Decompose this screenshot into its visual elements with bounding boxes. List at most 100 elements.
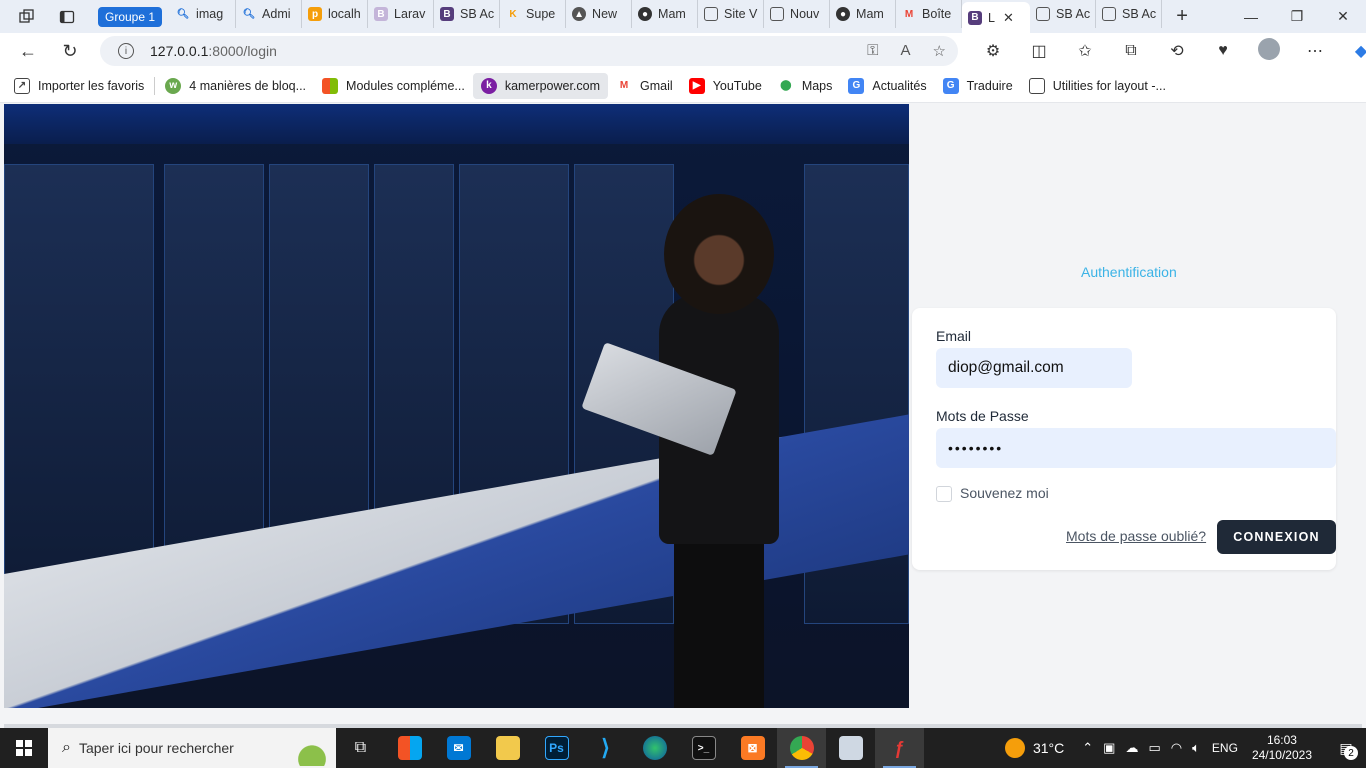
vpn-heart-icon[interactable]: ♥ — [1200, 42, 1246, 60]
tab-actions-icon[interactable] — [56, 6, 78, 28]
chevron-up-icon[interactable]: ⌃ — [1082, 740, 1093, 756]
taskbar-app-explorer[interactable] — [483, 728, 532, 768]
auth-title: Authentification — [1081, 264, 1177, 280]
workspaces-icon[interactable] — [16, 6, 38, 28]
taskbar-app-terminal[interactable]: >_ — [679, 728, 728, 768]
taskbar-app-xampp[interactable]: ⊠ — [728, 728, 777, 768]
reload-icon[interactable]: ↻ — [54, 35, 86, 67]
k-icon: K — [509, 8, 517, 20]
site-info-icon[interactable]: i — [118, 43, 134, 59]
history-icon[interactable]: ⟲ — [1154, 41, 1200, 61]
mail-icon: ✉ — [446, 736, 471, 760]
browser-tab[interactable]: ● Mam — [830, 0, 897, 28]
more-menu-icon[interactable]: ⋯ — [1292, 41, 1338, 61]
browser-tab[interactable]: K Supe — [500, 0, 567, 28]
browser-tab[interactable]: Site V — [698, 0, 765, 28]
address-url[interactable]: 127.0.0.1:8000/login — [150, 43, 277, 59]
datacenter-photo — [4, 104, 909, 708]
browser-tab[interactable]: B SB Ac — [434, 0, 501, 28]
clock[interactable]: 16:03 24/10/2023 — [1252, 733, 1312, 763]
restore-icon[interactable]: ❐ — [1274, 0, 1320, 33]
gmail-icon: M — [619, 80, 629, 91]
copilot-icon[interactable]: ◆ — [1338, 41, 1366, 61]
search-icon: 🔍︎ — [242, 8, 256, 20]
gmail-icon: M — [904, 8, 914, 20]
taskbar-app-chrome[interactable] — [777, 728, 826, 768]
news-icon: G — [848, 77, 865, 94]
browser-tab[interactable]: SB Ac — [1030, 0, 1097, 28]
browser-tab[interactable]: M Boîte — [896, 0, 963, 28]
start-button[interactable] — [0, 728, 48, 768]
browser-tab[interactable]: 🔍︎ imag — [170, 0, 237, 28]
email-label: Email — [936, 328, 972, 344]
taskbar-app-window[interactable] — [826, 728, 875, 768]
new-tab-button[interactable]: + — [1168, 5, 1196, 28]
weather-widget[interactable]: 31°C — [1004, 738, 1064, 758]
taskbar-app-flash[interactable]: ƒ — [875, 728, 924, 768]
tab-group-chip[interactable]: Groupe 1 — [98, 6, 163, 27]
battery-icon[interactable]: ▭ — [1148, 740, 1160, 756]
cloud-icon[interactable]: ☁ — [1125, 740, 1138, 756]
edge-icon — [642, 736, 667, 760]
volume-icon[interactable]: 🔈︎ — [1192, 740, 1200, 756]
browser-tab[interactable]: Nouv — [764, 0, 831, 28]
favorite-item[interactable]: k kamerpower.com — [472, 72, 609, 99]
bootstrap-icon: B — [374, 7, 389, 21]
browser-tab[interactable]: p localh — [302, 0, 369, 28]
favorite-item[interactable]: Utilities for layout -... — [1021, 73, 1174, 99]
store-icon — [397, 736, 422, 760]
vscode-icon: ⟩ — [601, 735, 610, 760]
close-window-icon[interactable]: ✕ — [1320, 0, 1366, 33]
password-key-icon[interactable]: ⚿ — [867, 42, 878, 60]
taskbar-search[interactable]: ⌕ Taper ici pour rechercher — [48, 728, 336, 768]
favorite-item[interactable]: Modules compléme... — [314, 73, 473, 99]
profile-avatar[interactable] — [1246, 37, 1292, 65]
phpmyadmin-icon: p — [308, 7, 323, 21]
remember-checkbox[interactable] — [936, 486, 952, 502]
login-button[interactable]: CONNEXION — [1217, 520, 1336, 554]
favorite-item[interactable]: G Traduire — [935, 73, 1021, 99]
minimize-icon[interactable]: — — [1228, 0, 1274, 33]
photo-person-head — [664, 194, 774, 314]
terminal-icon: >_ — [691, 736, 716, 760]
email-field[interactable]: diop@gmail.com — [936, 348, 1132, 388]
close-tab-icon[interactable]: ✕ — [1003, 10, 1014, 26]
read-aloud-icon[interactable]: A — [901, 42, 911, 60]
back-icon[interactable]: ← — [12, 35, 44, 67]
favorite-item[interactable]: G Actualités — [840, 73, 934, 99]
github-icon: ● — [836, 7, 851, 21]
collections-icon[interactable]: ⧉ — [1108, 42, 1154, 60]
browser-tab-active[interactable]: B L ✕ — [962, 2, 1031, 33]
password-field[interactable]: •••••••• — [936, 428, 1336, 468]
favorite-star-icon[interactable]: ☆ — [933, 42, 946, 60]
language-indicator[interactable]: ENG — [1212, 741, 1238, 755]
address-bar[interactable]: i 127.0.0.1:8000/login ⚿ A ☆ — [100, 36, 958, 66]
taskbar-app-photoshop[interactable]: Ps — [532, 728, 581, 768]
favorite-item[interactable]: ↗ Importer les favoris — [6, 73, 152, 99]
browser-tab[interactable]: ● Mam — [632, 0, 699, 28]
taskbar-app-edge[interactable] — [630, 728, 679, 768]
task-view-icon: ⧉ — [354, 739, 367, 756]
browser-tab[interactable]: B Larav — [368, 0, 435, 28]
github-icon: ● — [638, 7, 653, 21]
taskbar-app-vscode[interactable]: ⟩ — [581, 728, 630, 768]
browser-tab[interactable]: SB Ac — [1096, 0, 1163, 28]
camera-icon[interactable]: ▣ — [1103, 740, 1115, 756]
taskbar-app-store[interactable] — [385, 728, 434, 768]
favorite-item[interactable]: w4 manières de bloq... — [157, 73, 314, 99]
taskbar-app-mail[interactable]: ✉ — [434, 728, 483, 768]
forgot-password-link[interactable]: Mots de passe oublié? — [1066, 528, 1206, 544]
task-view-button[interactable]: ⧉ — [336, 728, 385, 768]
search-icon: ⌕ — [62, 739, 71, 756]
maps-icon: ⬤ — [780, 80, 792, 91]
split-screen-icon[interactable]: ◫ — [1016, 41, 1062, 61]
browser-tab[interactable]: 🔍︎ Admi — [236, 0, 303, 28]
wifi-icon[interactable]: ◠ — [1171, 740, 1182, 756]
favorites-icon[interactable]: ✩ — [1062, 41, 1108, 61]
favorite-item[interactable]: M Gmail — [608, 73, 681, 99]
extensions-icon[interactable]: ⚙ — [970, 41, 1016, 61]
favorite-item[interactable]: ⬤ Maps — [770, 73, 841, 99]
browser-tab[interactable]: ▲ New — [566, 0, 633, 28]
notification-center-button[interactable]: ▤ 2 — [1326, 728, 1366, 768]
favorite-item[interactable]: ▶ YouTube — [681, 73, 770, 99]
